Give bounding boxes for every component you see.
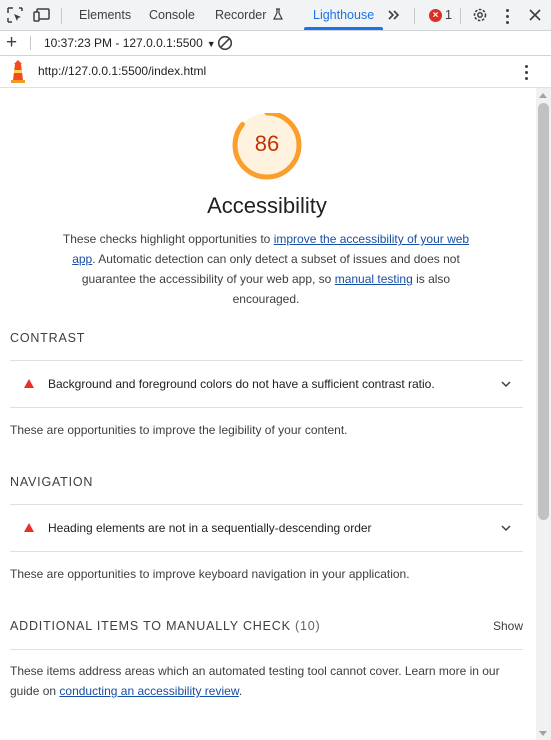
tab-elements[interactable]: Elements [79,0,131,31]
tab-recorder[interactable]: Recorder [215,0,284,31]
scroll-down-arrow-icon[interactable] [539,731,547,736]
group-title-navigation: NAVIGATION [10,475,94,489]
show-manual-checks-button[interactable]: Show [493,619,523,633]
audit-title: Background and foreground colors do not … [48,377,435,391]
manual-checks-label: ADDITIONAL ITEMS TO MANUALLY CHECK [10,619,291,633]
group-title-contrast: CONTRAST [10,331,86,345]
devtools-tab-bar: Elements Console Recorder Lighthouse × 1 [0,0,551,31]
report-menu-icon[interactable] [525,65,529,83]
audited-url: http://127.0.0.1:5500/index.html [38,64,207,78]
lighthouse-logo-icon [11,60,25,83]
error-count[interactable]: 1 [445,0,452,31]
flask-icon [272,8,283,20]
tab-recorder-label: Recorder [215,8,267,22]
manual-checks-count: (10) [295,619,321,633]
clear-all-icon[interactable] [217,35,233,51]
audit-row-contrast[interactable]: Background and foreground colors do not … [10,361,523,407]
report-toolbar: + 10:37:23 PM - 127.0.0.1:5500 ▼ [0,31,551,56]
active-tab-indicator [304,27,383,30]
manual-testing-link[interactable]: manual testing [335,272,413,286]
fail-triangle-icon [24,523,34,532]
manual-checks-description: These items address areas which an autom… [10,664,500,698]
group-description-contrast: These are opportunities to improve the l… [10,423,348,437]
close-devtools-icon[interactable] [526,6,544,24]
audit-title: Heading elements are not in a sequential… [48,521,372,535]
report-url-bar: http://127.0.0.1:5500/index.html [0,56,551,88]
tab-console[interactable]: Console [149,0,195,31]
more-options-icon[interactable] [506,9,510,27]
new-report-button[interactable]: + [6,32,17,54]
category-description: These checks highlight opportunities to … [62,232,470,306]
device-toolbar-icon[interactable] [33,6,51,24]
group-description-navigation: These are opportunities to improve keybo… [10,567,410,581]
chevron-down-icon[interactable] [501,379,511,389]
category-title: Accessibility [207,193,327,218]
scroll-up-arrow-icon[interactable] [539,93,547,98]
settings-gear-icon[interactable] [471,6,489,24]
more-tabs-chevron-icon[interactable] [385,6,403,24]
accessibility-review-link[interactable]: conducting an accessibility review [59,684,238,698]
report-selector[interactable]: 10:37:23 PM - 127.0.0.1:5500 ▼ [44,31,216,56]
dropdown-caret-icon: ▼ [206,39,216,49]
scrollbar-thumb[interactable] [538,103,549,520]
chevron-down-icon[interactable] [501,523,511,533]
score-value: 86 [254,131,280,156]
inspect-element-icon[interactable] [6,6,24,24]
audit-row-navigation[interactable]: Heading elements are not in a sequential… [10,505,523,551]
error-icon[interactable]: × [429,9,442,22]
report-selector-value: 10:37:23 PM - 127.0.0.1:5500 [44,36,203,50]
fail-triangle-icon [24,379,34,388]
manual-checks-title: ADDITIONAL ITEMS TO MANUALLY CHECK (10) [10,619,320,633]
